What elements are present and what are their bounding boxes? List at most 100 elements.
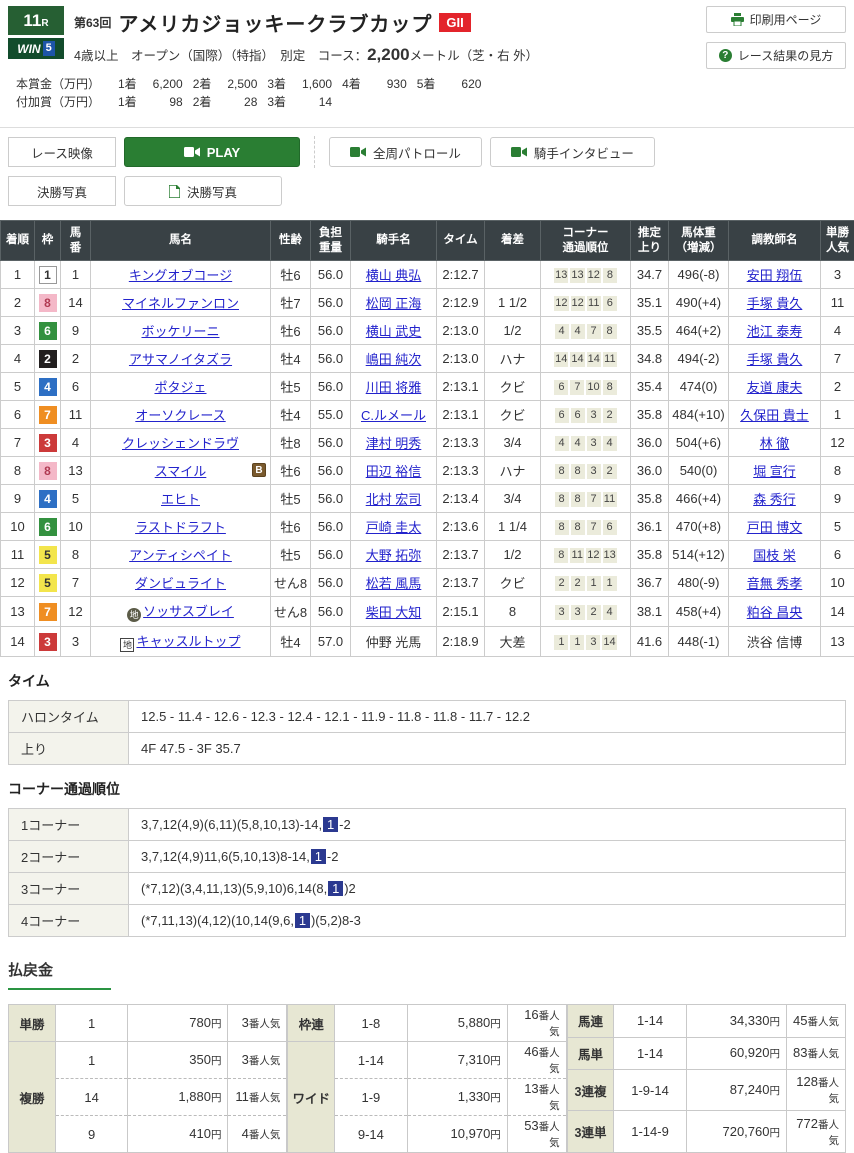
horse-name-link[interactable]: ボッケリーニ	[141, 324, 219, 339]
finish-position: 9	[1, 485, 35, 513]
horse-name-link[interactable]: クレッシェンドラヴ	[122, 436, 239, 451]
corner-position: 12	[587, 268, 601, 283]
last-3f: 36.0	[631, 429, 669, 457]
corner-position: 4	[603, 436, 617, 451]
trainer-name-link[interactable]: 堀 宣行	[753, 464, 796, 479]
bracket-badge: 4	[39, 378, 57, 396]
last-3f: 35.8	[631, 541, 669, 569]
finish-position: 14	[1, 627, 35, 657]
horse-name-link[interactable]: アサマノイタズラ	[129, 352, 232, 367]
payout-amount: 60,920円	[686, 1037, 786, 1070]
corner-order-cell: 6632	[541, 401, 631, 429]
trainer-name-link[interactable]: 国枝 栄	[753, 548, 796, 563]
horse-name-link[interactable]: ダンビュライト	[135, 576, 226, 591]
jockey-name-link[interactable]: 川田 将雅	[366, 380, 422, 395]
race-time: 2:13.4	[437, 485, 485, 513]
margin: ハナ	[485, 345, 541, 373]
help-icon: ?	[719, 49, 732, 62]
finish-position: 4	[1, 345, 35, 373]
results-guide-button[interactable]: ? レース結果の見方	[706, 42, 846, 69]
prize-place: 2着	[193, 75, 212, 93]
play-button[interactable]: PLAY	[124, 137, 300, 167]
jockey-name-link[interactable]: 田辺 裕信	[366, 464, 422, 479]
trainer-cell: 堀 宣行	[729, 457, 821, 485]
bet-type: 馬単	[567, 1037, 614, 1070]
prize-money: 本賞金（万円）1着6,2002着2,5003着1,6004着9305着620 付…	[8, 65, 846, 123]
jockey-interview-button[interactable]: 騎手インタビュー	[490, 137, 655, 167]
horse-number: 6	[61, 373, 91, 401]
trainer-cell: 安田 翔伍	[729, 261, 821, 289]
horse-name-link[interactable]: オーソクレース	[135, 408, 225, 423]
corner-position: 2	[603, 464, 617, 479]
table-row: 4コーナー(*7,11,13)(4,12)(10,14(9,6,1)(5,2)8…	[9, 905, 846, 937]
corner-order-cell: 1313128	[541, 261, 631, 289]
corner-position: 7	[587, 520, 601, 535]
carried-weight: 55.0	[311, 401, 351, 429]
patrol-video-button[interactable]: 全周パトロール	[329, 137, 482, 167]
jockey-name-link[interactable]: 松若 風馬	[366, 576, 422, 591]
trainer-name-link[interactable]: 久保田 貴士	[740, 408, 809, 423]
combination: 1-8	[335, 1005, 407, 1042]
finish-photo-button[interactable]: 決勝写真	[124, 176, 282, 206]
payout-popularity: 53番人気	[507, 1116, 566, 1153]
trainer-name-link[interactable]: 友道 康夫	[747, 380, 803, 395]
finish-position: 2	[1, 289, 35, 317]
last-3f: 35.8	[631, 401, 669, 429]
bracket-badge: 3	[39, 434, 57, 452]
row-label: 3コーナー	[9, 873, 129, 905]
horse-name-link[interactable]: ソッサスブレイ	[143, 604, 234, 619]
trainer-name-link[interactable]: 音無 秀孝	[747, 576, 803, 591]
corner-position: 3	[571, 605, 585, 620]
horse-name-link[interactable]: スマイル	[155, 464, 207, 479]
jockey-name-link[interactable]: 北村 宏司	[366, 492, 422, 507]
bracket-cell: 8	[35, 289, 61, 317]
bet-type: 単勝	[9, 1005, 56, 1042]
horse-name-link[interactable]: キングオブコージ	[129, 268, 232, 283]
row-value: 3,7,12(4,9)11,6(5,10,13)8-14,1-2	[129, 841, 846, 873]
jockey-name-link[interactable]: C.ルメール	[361, 408, 426, 423]
jockey-name-link[interactable]: 大野 拓弥	[366, 548, 422, 563]
corner-order-cell: 4478	[541, 317, 631, 345]
win-popularity: 9	[821, 485, 854, 513]
payout-table: 馬連1-1434,330円45番人気馬単1-1460,920円83番人気3連複1…	[567, 1004, 846, 1153]
trainer-name-link[interactable]: 安田 翔伍	[747, 268, 803, 283]
horse-name-link[interactable]: エヒト	[161, 492, 200, 507]
trainer-name-link[interactable]: 戸田 博文	[747, 520, 803, 535]
print-page-button[interactable]: 印刷用ページ	[706, 6, 846, 33]
trainer-name-link[interactable]: 手塚 貴久	[747, 296, 803, 311]
horse-name-link[interactable]: キャッスルトップ	[136, 634, 240, 649]
corner-position: 3	[587, 436, 601, 451]
horse-name-link[interactable]: ラストドラフト	[135, 520, 226, 535]
corner-order-cell: 8832	[541, 457, 631, 485]
row-value: (*7,11,13)(4,12)(10,14(9,6,1)(5,2)8-3	[129, 905, 846, 937]
trainer-name-link[interactable]: 粕谷 昌央	[747, 605, 803, 620]
jockey-cell: 仲野 光馬	[351, 627, 437, 657]
horse-name-link[interactable]: マイネルファンロン	[122, 296, 239, 311]
jockey-name-link[interactable]: 松岡 正海	[366, 296, 422, 311]
horse-name-cell: ポタジェ	[91, 373, 271, 401]
payout-popularity: 128番人気	[786, 1070, 845, 1111]
jockey-name-link[interactable]: 戸崎 圭太	[366, 520, 422, 535]
win-popularity: 3	[821, 261, 854, 289]
horse-name-link[interactable]: アンティシペイト	[129, 548, 232, 563]
margin: 3/4	[485, 485, 541, 513]
horse-name-link[interactable]: ポタジェ	[154, 380, 206, 395]
race-time: 2:12.7	[437, 261, 485, 289]
jockey-name-link[interactable]: 横山 武史	[366, 324, 422, 339]
jockey-name-link[interactable]: 津村 明秀	[366, 436, 422, 451]
jockey-cell: 横山 武史	[351, 317, 437, 345]
jockey-name-link[interactable]: 横山 典弘	[366, 268, 422, 283]
table-row: 複勝1350円3番人気	[9, 1042, 287, 1079]
column-header: タイム	[437, 221, 485, 261]
jockey-name-link[interactable]: 嶋田 純次	[366, 352, 422, 367]
trainer-name-link[interactable]: 手塚 貴久	[747, 352, 803, 367]
trainer-name-link[interactable]: 森 秀行	[753, 492, 796, 507]
trainer-name-link[interactable]: 池江 泰寿	[747, 324, 803, 339]
margin: クビ	[485, 569, 541, 597]
combination: 1-14-9	[614, 1111, 686, 1153]
trainer-name-link[interactable]: 林 徹	[760, 436, 790, 451]
horse-name-cell: アンティシペイト	[91, 541, 271, 569]
column-header: 単勝 人気	[821, 221, 854, 261]
win-popularity: 12	[821, 429, 854, 457]
jockey-name-link[interactable]: 柴田 大知	[366, 605, 422, 620]
